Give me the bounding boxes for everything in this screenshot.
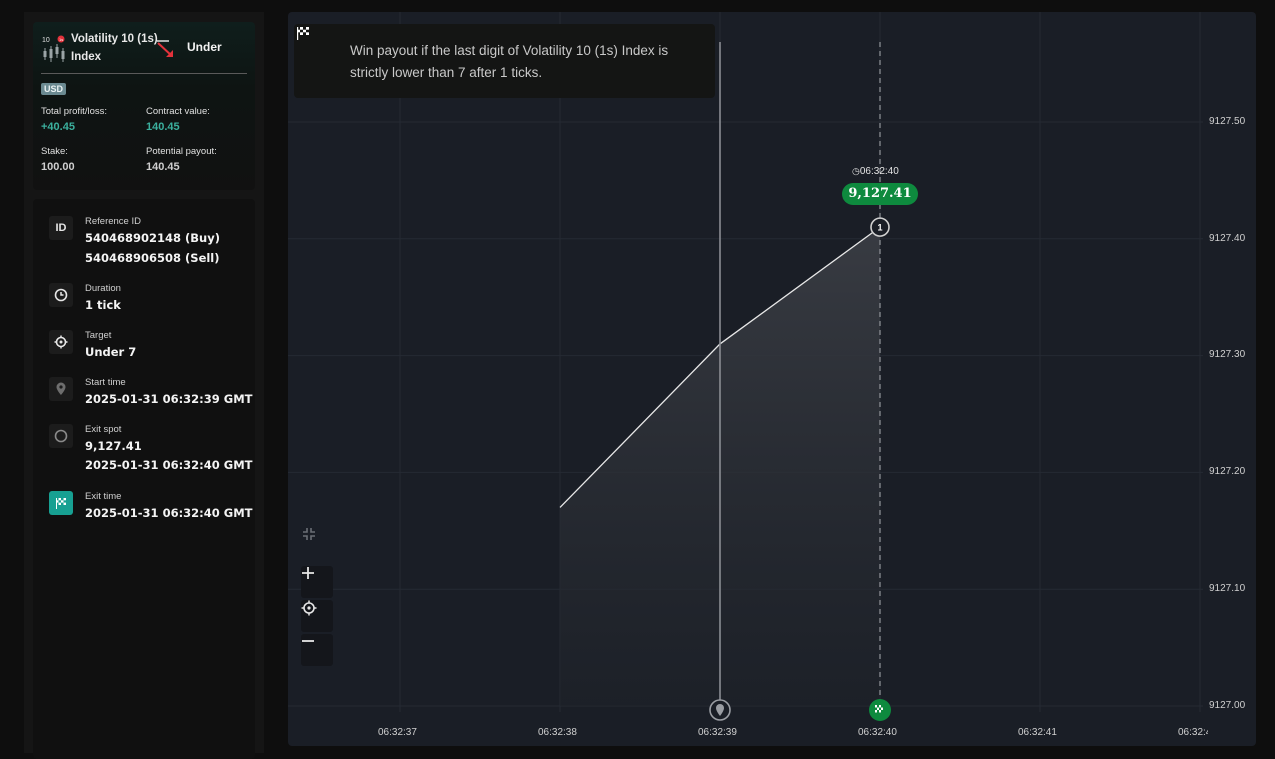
- detail-exit-time: Exit time 2025-01-31 06:32:40 GMT: [49, 491, 253, 527]
- price-chart[interactable]: 1 Win payout if the last digit of Volati…: [288, 12, 1256, 746]
- y-tick: 9127.10: [1209, 583, 1246, 594]
- symbol-icon-rate: 1s: [59, 37, 63, 42]
- reference-id-buy[interactable]: 540468902148 (Buy): [85, 231, 220, 245]
- flag-square: [875, 705, 877, 708]
- location-pin-icon: [49, 377, 73, 401]
- flag-square: [879, 710, 881, 713]
- exit-time-value: 2025-01-31 06:32:40 GMT: [85, 506, 253, 520]
- chart-plot[interactable]: 1: [288, 12, 1256, 746]
- contract-tooltip: Win payout if the last digit of Volatili…: [294, 24, 715, 98]
- detail-start-time: Start time 2025-01-31 06:32:39 GMT: [49, 377, 253, 413]
- checkered-flag-icon: [297, 27, 309, 40]
- tooltip-text: Win payout if the last digit of Volatili…: [350, 43, 669, 80]
- tick-marker-label: 1: [877, 223, 882, 233]
- exit-price-badge: 9,127.41: [842, 183, 918, 205]
- potential-payout-value: 140.45: [146, 161, 180, 173]
- zoom-out-icon: [302, 640, 314, 642]
- exit-spot-value: 9,127.41: [85, 439, 142, 453]
- crosshair-button[interactable]: [301, 600, 333, 632]
- y-tick: 9127.40: [1209, 233, 1246, 244]
- volatility-10-1s-icon: 10 1s: [42, 35, 65, 62]
- detail-label: Start time: [85, 377, 126, 388]
- checkered-flag-icon: [49, 491, 73, 515]
- zoom-in-icon: [302, 567, 314, 579]
- flag-square: [881, 707, 883, 710]
- symbol-name: Volatility 10 (1s) Index: [71, 33, 158, 63]
- y-tick: 9127.50: [1209, 116, 1246, 127]
- duration-value: 1 tick: [85, 298, 121, 312]
- divider: [41, 73, 247, 74]
- circle-icon: [49, 424, 73, 448]
- detail-label: Exit spot: [85, 424, 122, 435]
- exit-spot-time: 2025-01-31 06:32:40 GMT: [85, 458, 253, 472]
- start-time-value: 2025-01-31 06:32:39 GMT: [85, 392, 253, 406]
- x-tick: 06:32:37: [378, 727, 417, 738]
- contract-card[interactable]: 10 1s Volatility 10 (1s) Index Under USD…: [33, 22, 255, 190]
- contract-value: 140.45: [146, 121, 180, 133]
- under-icon: [157, 40, 173, 57]
- potential-payout-label: Potential payout:: [146, 146, 217, 157]
- trade-type-name: Under: [187, 40, 222, 54]
- contract-details: ID Reference ID 540468902148 (Buy) 54046…: [33, 199, 255, 759]
- x-tick: 06:32:42: [1178, 727, 1208, 738]
- flag-square: [877, 707, 879, 710]
- flag-square: [879, 705, 881, 708]
- symbol-icon-number: 10: [42, 37, 50, 44]
- stake-value: 100.00: [41, 161, 75, 173]
- contract-card-header: 10 1s Volatility 10 (1s) Index Under: [41, 30, 247, 74]
- detail-reference-id: ID Reference ID 540468902148 (Buy) 54046…: [49, 216, 249, 276]
- y-tick: 9127.00: [1209, 700, 1246, 711]
- id-icon: ID: [49, 216, 73, 240]
- detail-label: Duration: [85, 283, 121, 294]
- detail-label: Target: [85, 330, 112, 341]
- target-icon: [49, 330, 73, 354]
- collapse-icon: [303, 528, 315, 540]
- detail-duration: Duration 1 tick: [49, 283, 249, 319]
- currency-badge: USD: [41, 83, 67, 95]
- collapse-button[interactable]: [301, 526, 333, 558]
- detail-exit-spot: Exit spot 9,127.41 2025-01-31 06:32:40 G…: [49, 424, 253, 480]
- zoom-in-button[interactable]: [301, 566, 333, 598]
- contract-value-label: Contract value:: [146, 106, 210, 117]
- clock-icon: [49, 283, 73, 307]
- x-tick: 06:32:39: [698, 727, 737, 738]
- exit-time-label: ◷06:32:40: [852, 166, 899, 177]
- detail-label: Exit time: [85, 491, 122, 502]
- zoom-out-button[interactable]: [301, 634, 333, 666]
- detail-target: Target Under 7: [49, 330, 249, 366]
- y-tick: 9127.20: [1209, 466, 1246, 477]
- total-profit-loss-label: Total profit/loss:: [41, 106, 107, 117]
- crosshair-icon: [301, 600, 317, 616]
- reference-id-sell[interactable]: 540468906508 (Sell): [85, 251, 220, 265]
- clock-icon: ◷: [852, 166, 860, 176]
- x-tick: 06:32:40: [858, 727, 897, 738]
- total-profit-loss-value: +40.45: [41, 121, 75, 133]
- x-tick: 06:32:41: [1018, 727, 1057, 738]
- target-value: Under 7: [85, 345, 137, 359]
- detail-label: Reference ID: [85, 216, 141, 227]
- flag-square: [875, 710, 877, 713]
- x-tick: 06:32:38: [538, 727, 577, 738]
- y-tick: 9127.30: [1209, 349, 1246, 360]
- stake-label: Stake:: [41, 146, 68, 157]
